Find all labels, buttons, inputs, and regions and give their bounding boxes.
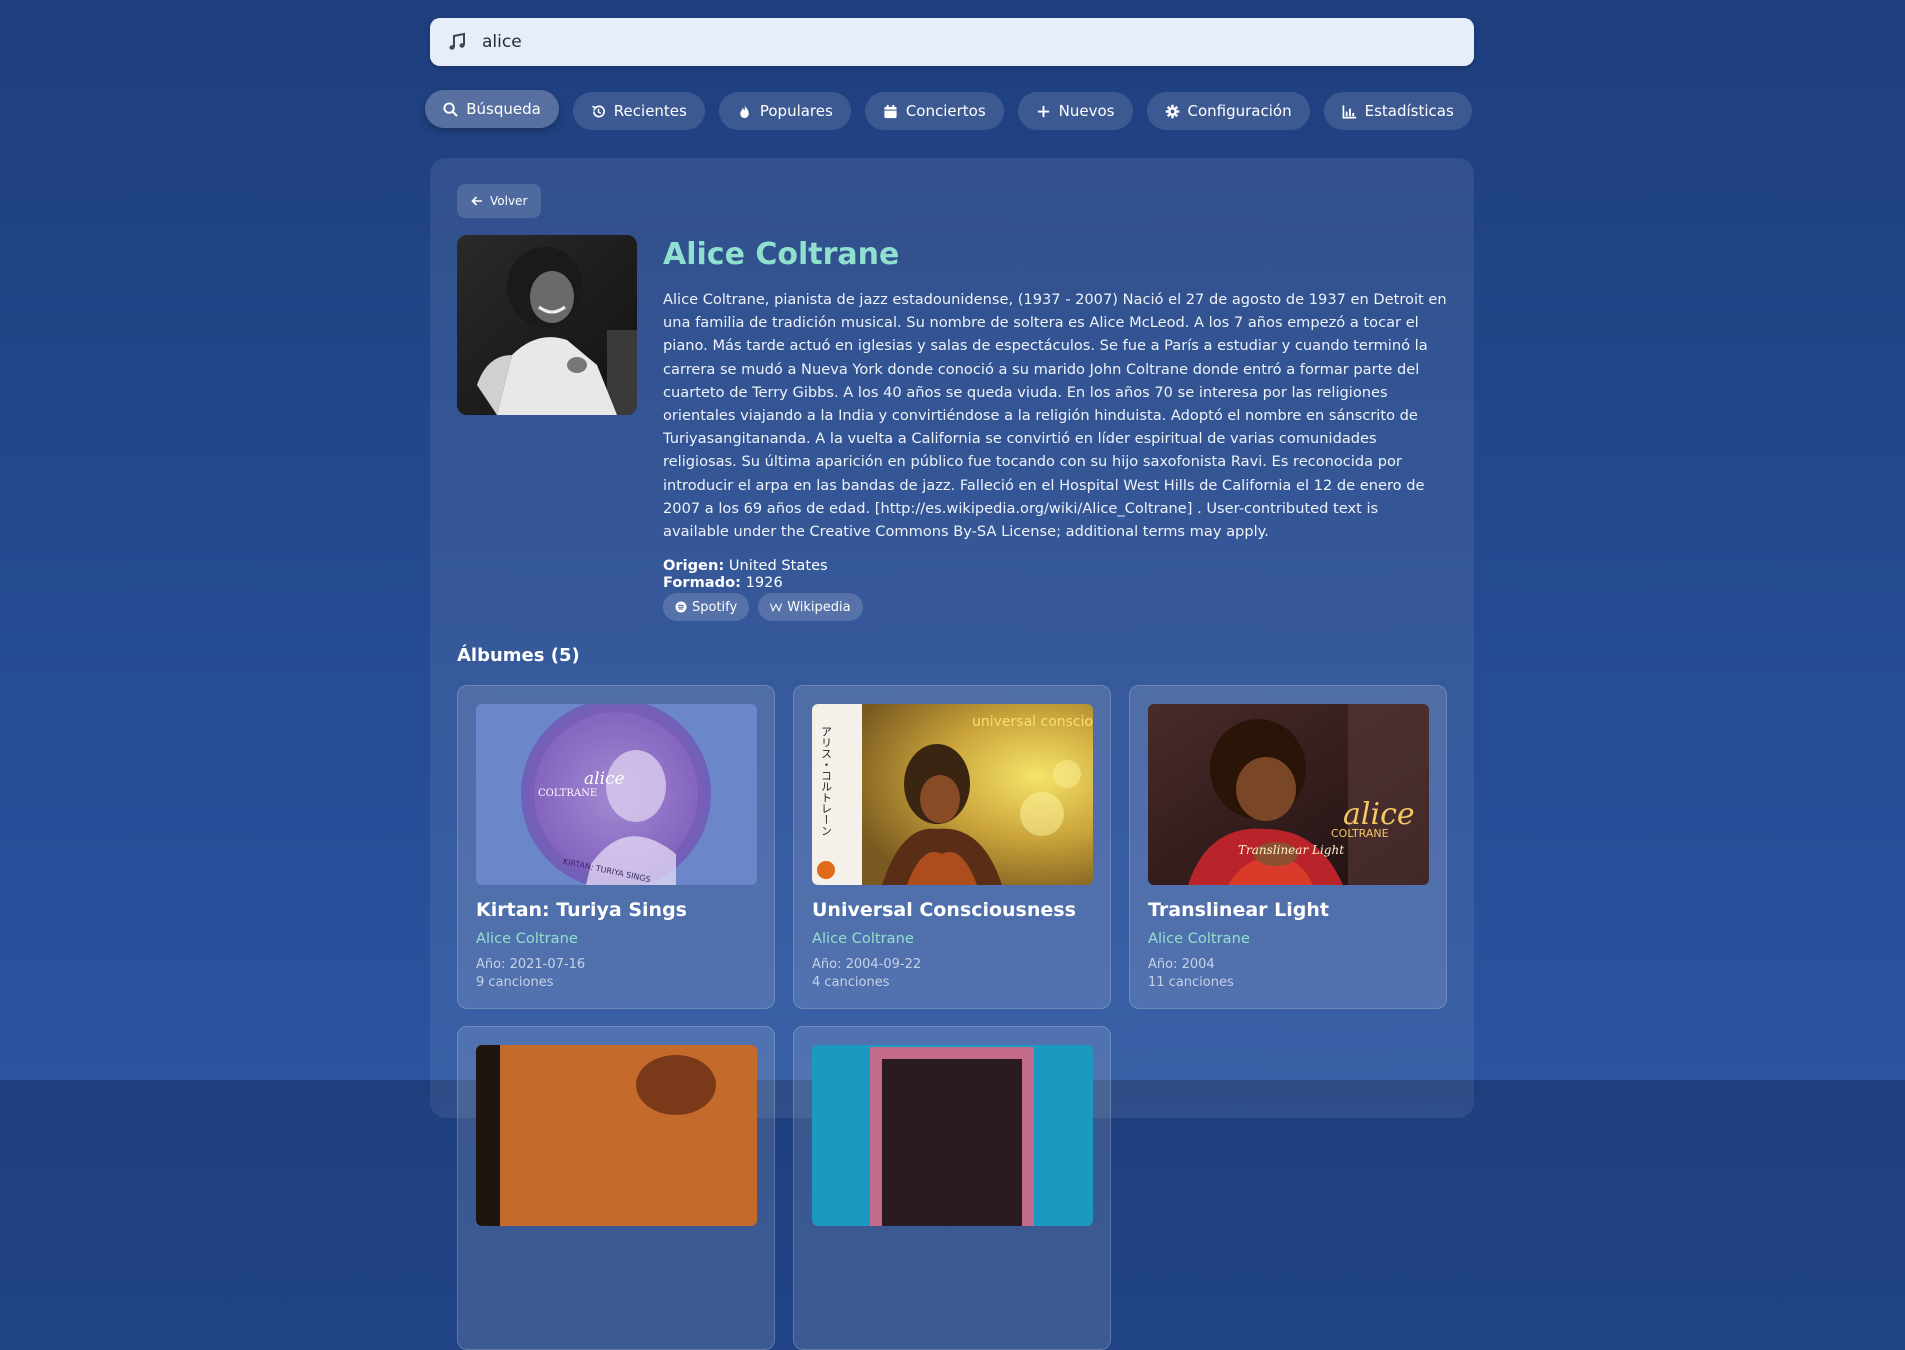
music-note-icon <box>449 32 465 50</box>
nav-configuracion[interactable]: Configuración <box>1146 92 1310 130</box>
nav-populares[interactable]: Populares <box>718 92 851 130</box>
album-tracks: 9 canciones <box>476 975 554 990</box>
cover-japanese: アリス・コルトレーン <box>820 726 833 836</box>
back-button[interactable]: Volver <box>457 184 542 218</box>
nav-label: Búsqueda <box>466 100 541 118</box>
album-card[interactable]: alice COLTRANE Translinear Light Transli… <box>1129 685 1447 1009</box>
arrow-left-icon <box>471 196 482 206</box>
album-title: Universal Consciousness <box>812 899 1076 921</box>
external-links: Spotify Wikipedia <box>663 593 1448 622</box>
album-title: Kirtan: Turiya Sings <box>476 899 687 921</box>
cover-title: universal consciousness <box>972 714 1093 730</box>
nav-label: Configuración <box>1187 102 1292 120</box>
fire-icon <box>740 104 749 118</box>
formed-value: 1926 <box>745 574 783 592</box>
spotify-label: Spotify <box>692 599 738 615</box>
album-year: Año: 2004 <box>1148 957 1215 972</box>
chart-icon <box>1342 104 1356 118</box>
albums-title: Álbumes (5) <box>457 645 580 666</box>
album-cover <box>476 1045 757 1226</box>
album-tracks: 4 canciones <box>812 975 890 990</box>
formed-row: Formado: 1926 <box>663 574 1448 591</box>
search-input[interactable] <box>482 32 1456 52</box>
cover-title: alice <box>584 769 625 789</box>
artist-info: Alice Coltrane Alice Coltrane, pianista … <box>663 235 1448 622</box>
wikipedia-label: Wikipedia <box>787 599 851 615</box>
artist-name: Alice Coltrane <box>663 237 900 272</box>
album-tracks: 11 canciones <box>1148 975 1234 990</box>
album-title: Translinear Light <box>1148 899 1329 921</box>
gear-icon <box>1165 104 1179 118</box>
nav-estadisticas[interactable]: Estadísticas <box>1323 92 1472 130</box>
origin-label: Origen: <box>663 557 725 575</box>
origin-row: Origen: United States <box>663 557 1448 574</box>
history-icon <box>591 104 605 117</box>
nav-nuevos[interactable]: Nuevos <box>1017 92 1133 130</box>
cover-subtitle: COLTRANE <box>1331 827 1389 840</box>
cover-subtitle: COLTRANE <box>538 788 597 799</box>
back-label: Volver <box>490 194 528 208</box>
spotify-icon <box>675 601 687 613</box>
nav-label: Estadísticas <box>1364 102 1454 120</box>
album-card[interactable]: アリス・コルトレーン universal consciousness Unive… <box>793 685 1111 1009</box>
nav-label: Populares <box>759 102 833 120</box>
album-artist: Alice Coltrane <box>476 930 578 947</box>
artist-panel: Volver Alice Coltrane Alice Coltrane, pi… <box>430 158 1474 1350</box>
album-cover: アリス・コルトレーン universal consciousness <box>812 704 1093 885</box>
spotify-link[interactable]: Spotify <box>663 593 750 622</box>
origin-value: United States <box>728 557 828 575</box>
plus-icon <box>1037 105 1049 117</box>
album-artist: Alice Coltrane <box>1148 930 1250 947</box>
formed-label: Formado: <box>663 574 741 592</box>
album-card[interactable] <box>457 1026 775 1350</box>
wikipedia-icon <box>770 603 783 613</box>
search-icon <box>443 101 458 117</box>
album-card[interactable]: alice COLTRANE KIRTAN: TURIYA SINGS Kirt… <box>457 685 775 1009</box>
album-cover <box>812 1045 1093 1226</box>
nav-label: Nuevos <box>1058 102 1115 120</box>
wikipedia-link[interactable]: Wikipedia <box>758 593 863 622</box>
artist-bio: Alice Coltrane, pianista de jazz estadou… <box>663 291 1447 541</box>
cover-caption: Translinear Light <box>1238 843 1344 857</box>
main-nav: Búsqueda Recientes Populares Conciertos … <box>0 90 1905 130</box>
album-cover: alice COLTRANE Translinear Light <box>1148 704 1429 885</box>
album-card[interactable] <box>793 1026 1111 1350</box>
nav-busqueda[interactable]: Búsqueda <box>425 90 559 128</box>
nav-label: Conciertos <box>905 102 986 120</box>
calendar-icon <box>884 104 897 118</box>
nav-conciertos[interactable]: Conciertos <box>864 92 1004 130</box>
album-year: Año: 2021-07-16 <box>476 957 586 972</box>
album-year: Año: 2004-09-22 <box>812 957 922 972</box>
search-bar[interactable] <box>430 18 1474 66</box>
album-artist: Alice Coltrane <box>812 930 914 947</box>
album-cover: alice COLTRANE KIRTAN: TURIYA SINGS <box>476 704 757 885</box>
artist-meta: Origen: United States Formado: 1926 <box>663 557 1448 591</box>
artist-photo <box>457 235 637 415</box>
nav-label: Recientes <box>613 102 687 120</box>
nav-recientes[interactable]: Recientes <box>572 92 705 130</box>
